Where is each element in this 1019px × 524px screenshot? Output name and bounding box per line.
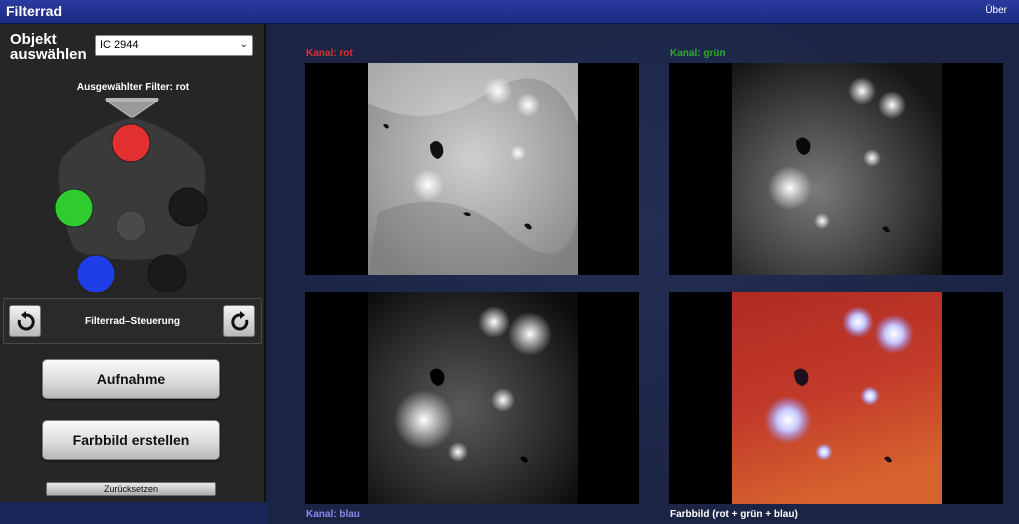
control-panel: Objekt auswählen IC 2944 ⌄ Ausgewählter …: [0, 24, 266, 502]
image-panel-blue: [305, 292, 639, 504]
rotate-cw-icon: [231, 311, 249, 331]
filter-wheel-hub: [115, 210, 147, 242]
filter-slot-empty-1[interactable]: [168, 187, 208, 227]
filter-wheel-control: Filterrad–Steuerung: [3, 298, 262, 344]
about-link[interactable]: Über: [985, 5, 1007, 16]
selected-filter-label: Ausgewählter Filter: rot: [76, 82, 190, 93]
channel-label-green: Kanal: grün: [670, 48, 726, 59]
channel-label-red: Kanal: rot: [306, 48, 353, 59]
red-channel-image: [368, 63, 578, 275]
object-select-value: IC 2944: [100, 39, 139, 51]
filter-slot-green[interactable]: [54, 188, 94, 228]
rotate-ccw-icon: [17, 311, 35, 331]
object-select-label: Objekt auswählen: [10, 31, 87, 63]
reset-button[interactable]: Zurücksetzen: [46, 482, 216, 496]
channel-label-blue: Kanal: blau: [306, 509, 360, 520]
green-channel-image: [732, 63, 942, 275]
filter-slot-empty-2[interactable]: [147, 254, 187, 292]
title-bar: Filterrad Über: [0, 0, 1019, 24]
object-select[interactable]: IC 2944 ⌄: [95, 35, 253, 56]
rotate-right-button[interactable]: [223, 305, 255, 337]
create-color-image-button[interactable]: Farbbild erstellen: [42, 420, 220, 460]
filter-slot-blue[interactable]: [76, 254, 116, 292]
filter-pointer-icon: [104, 99, 160, 119]
capture-button[interactable]: Aufnahme: [42, 359, 220, 399]
chevron-down-icon: ⌄: [239, 39, 248, 50]
rotate-left-button[interactable]: [9, 305, 41, 337]
blue-channel-image: [368, 292, 578, 504]
image-panel-red: [305, 63, 639, 275]
image-panel-green: [669, 63, 1003, 275]
app-title: Filterrad: [6, 3, 63, 19]
bottom-strip: [0, 502, 266, 524]
image-panel-composite: [669, 292, 1003, 504]
filter-slot-red[interactable]: [111, 123, 151, 163]
filter-wheel-control-label: Filterrad–Steuerung: [84, 316, 181, 327]
image-area: Kanal: rot Kanal: grün Kanal: blau Farbb…: [268, 24, 1019, 524]
composite-color-image: [732, 292, 942, 504]
channel-label-composite: Farbbild (rot + grün + blau): [670, 509, 798, 520]
filter-wheel: [54, 98, 208, 292]
